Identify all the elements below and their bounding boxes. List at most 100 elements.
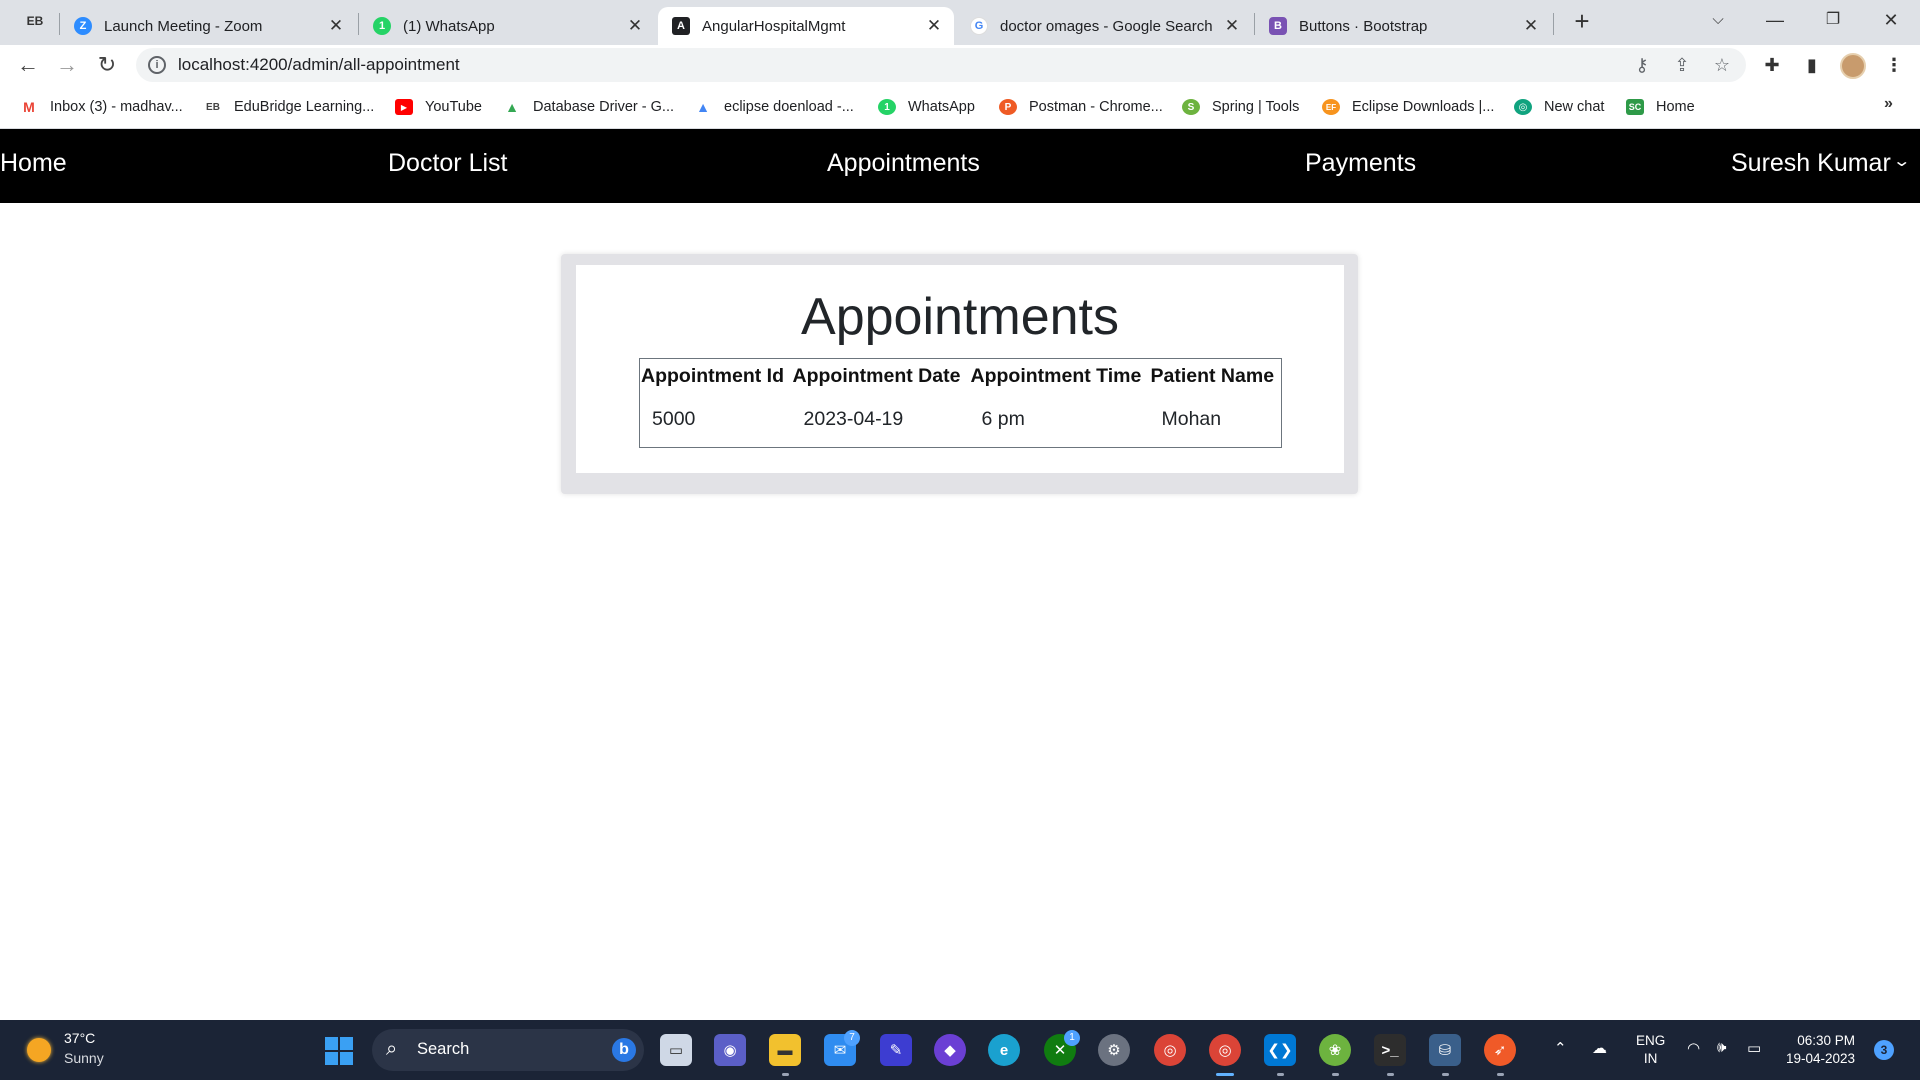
chatgpt-icon: ◎ xyxy=(1514,99,1532,115)
forward-arrow-icon[interactable]: → xyxy=(51,49,83,81)
pen-app-icon[interactable]: ✎ xyxy=(880,1034,912,1066)
copilot-icon[interactable]: ◆ xyxy=(934,1034,966,1066)
tab-search-chevron-icon[interactable]: ⌵ xyxy=(1695,4,1741,36)
column-header: Appointment Date xyxy=(792,365,961,388)
profile-avatar[interactable] xyxy=(1840,53,1866,79)
windows-start-icon[interactable] xyxy=(325,1037,353,1065)
chrome-profile-icon[interactable]: ◎ xyxy=(1209,1034,1241,1066)
column-header: Patient Name xyxy=(1150,365,1275,388)
bookmark-edubridge[interactable]: EB EduBridge Learning... xyxy=(204,96,374,118)
bookmark-eclipse-download[interactable]: ▲ eclipse doenload -... xyxy=(694,96,854,118)
spring-tools-icon[interactable]: ❀ xyxy=(1319,1034,1351,1066)
tab-bootstrap[interactable]: B Buttons · Bootstrap ✕ xyxy=(1255,7,1551,45)
new-tab-button[interactable]: + xyxy=(1568,8,1596,36)
bookmark-spring-tools[interactable]: S Spring | Tools xyxy=(1182,96,1299,118)
profile-badge[interactable]: EB xyxy=(20,8,50,34)
bookmark-label: EduBridge Learning... xyxy=(234,99,375,115)
extensions-puzzle-icon[interactable]: ✚ xyxy=(1760,53,1784,77)
bookmark-label: Database Driver - G... xyxy=(533,99,675,115)
search-icon: ⌕ xyxy=(386,1038,398,1060)
edge-icon[interactable]: e xyxy=(988,1034,1020,1066)
minimize-icon[interactable]: — xyxy=(1752,4,1798,36)
bookmark-gmail[interactable]: M Inbox (3) - madhav... xyxy=(20,96,183,118)
tab-angular-hospital[interactable]: A AngularHospitalMgmt ✕ xyxy=(658,7,954,45)
close-tab-icon[interactable]: ✕ xyxy=(924,16,944,36)
chrome-icon[interactable]: ◎ xyxy=(1154,1034,1186,1066)
back-arrow-icon[interactable]: ← xyxy=(12,49,44,81)
nav-home-link[interactable]: Home xyxy=(0,149,67,178)
xbox-badge: 1 xyxy=(1064,1030,1080,1046)
notification-badge[interactable]: 3 xyxy=(1874,1040,1894,1060)
tab-label: (1) WhatsApp xyxy=(403,17,495,35)
reload-icon[interactable]: ↻ xyxy=(91,49,123,81)
battery-icon[interactable]: ▭ xyxy=(1747,1039,1761,1057)
bookmarks-overflow-button[interactable]: » xyxy=(1884,95,1893,113)
bookmark-youtube[interactable]: ▶ YouTube xyxy=(395,96,482,118)
user-menu-toggle[interactable]: Suresh Kumar xyxy=(1731,149,1891,178)
close-window-icon[interactable]: ✕ xyxy=(1868,4,1914,36)
chevron-up-icon[interactable]: ⌃ xyxy=(1554,1039,1567,1057)
appointments-card: Appointments Appointment Id Appointment … xyxy=(576,265,1344,473)
menu-kebab-icon[interactable]: ⋮ xyxy=(1882,53,1906,77)
site-info-icon[interactable]: i xyxy=(148,56,166,74)
tab-zoom[interactable]: Z Launch Meeting - Zoom ✕ xyxy=(60,7,356,45)
weather-condition[interactable]: Sunny xyxy=(64,1050,104,1066)
restore-icon[interactable]: ❐ xyxy=(1810,4,1856,36)
volume-icon[interactable]: 🕪 xyxy=(1717,1039,1726,1056)
tab-google-search[interactable]: G doctor omages - Google Search ✕ xyxy=(956,7,1252,45)
app-running-indicator xyxy=(1497,1073,1504,1076)
edubridge-icon: EB xyxy=(204,99,222,115)
share-icon[interactable]: ⇪ xyxy=(1670,53,1694,77)
bookmark-database-driver[interactable]: ▲ Database Driver - G... xyxy=(503,96,674,118)
url-text[interactable]: localhost:4200/admin/all-appointment xyxy=(178,55,460,75)
terminal-icon[interactable]: >_ xyxy=(1374,1034,1406,1066)
onedrive-icon[interactable]: ☁ xyxy=(1592,1039,1607,1057)
region-code: IN xyxy=(1643,1051,1658,1066)
tab-whatsapp[interactable]: 1 (1) WhatsApp ✕ xyxy=(359,7,655,45)
mysql-workbench-icon[interactable]: ⛁ xyxy=(1429,1034,1461,1066)
table-cell: Mohan xyxy=(1161,408,1222,431)
bookmark-eclipse-downloads[interactable]: EF Eclipse Downloads |... xyxy=(1322,96,1494,118)
key-icon[interactable]: ⚷ xyxy=(1630,53,1654,77)
weather-sun-icon[interactable] xyxy=(27,1038,51,1062)
app-running-indicator xyxy=(782,1073,789,1076)
system-clock[interactable]: 06:30 PM 19-04-2023 xyxy=(1786,1032,1855,1068)
tab-label: Buttons · Bootstrap xyxy=(1299,17,1428,35)
nav-doctor-list-link[interactable]: Doctor List xyxy=(388,149,507,178)
nav-appointments-link[interactable]: Appointments xyxy=(827,149,980,178)
youtube-icon: ▶ xyxy=(395,99,413,115)
close-tab-icon[interactable]: ✕ xyxy=(326,16,346,36)
bookmark-label: Eclipse Downloads |... xyxy=(1352,99,1495,115)
chevron-down-icon[interactable]: ⌄ xyxy=(1892,151,1911,171)
close-tab-icon[interactable]: ✕ xyxy=(1222,16,1242,36)
weather-temperature[interactable]: 37°C xyxy=(64,1030,95,1046)
task-view-icon[interactable]: ▭ xyxy=(660,1034,692,1066)
bookmark-new-chat[interactable]: ◎ New chat xyxy=(1514,96,1604,118)
bookmark-postman[interactable]: P Postman - Chrome... xyxy=(999,96,1163,118)
app-active-indicator xyxy=(1216,1073,1234,1076)
table-header-row: Appointment Id Appointment Date Appointm… xyxy=(640,359,1282,393)
bing-icon[interactable]: b xyxy=(612,1038,636,1062)
wifi-icon[interactable]: ◠ xyxy=(1687,1039,1700,1057)
vscode-icon[interactable]: ❮❯ xyxy=(1264,1034,1296,1066)
angular-icon: A xyxy=(672,17,690,35)
language-indicator[interactable]: ENG IN xyxy=(1636,1032,1665,1068)
side-panel-icon[interactable]: ▮ xyxy=(1800,53,1824,77)
address-bar[interactable]: i localhost:4200/admin/all-appointment ⚷… xyxy=(136,48,1746,82)
settings-gear-icon[interactable]: ⚙ xyxy=(1098,1034,1130,1066)
teams-chat-icon[interactable]: ◉ xyxy=(714,1034,746,1066)
nav-payments-link[interactable]: Payments xyxy=(1305,149,1416,178)
bookmark-label: Home xyxy=(1656,99,1695,115)
bookmark-label: Inbox (3) - madhav... xyxy=(50,99,183,115)
postman-taskbar-icon[interactable]: ➶ xyxy=(1484,1034,1516,1066)
bookmark-star-icon[interactable]: ☆ xyxy=(1710,53,1734,77)
close-tab-icon[interactable]: ✕ xyxy=(1521,16,1541,36)
taskbar-search-box[interactable]: ⌕ Search b xyxy=(372,1029,644,1071)
app-navbar: Home Doctor List Appointments Payments S… xyxy=(0,129,1920,203)
bookmark-home[interactable]: SC Home xyxy=(1626,96,1695,118)
bookmark-label: YouTube xyxy=(425,99,482,115)
browser-toolbar: ← → ↻ i localhost:4200/admin/all-appoint… xyxy=(0,45,1920,85)
file-explorer-icon[interactable]: ▬ xyxy=(769,1034,801,1066)
bookmark-whatsapp[interactable]: 1 WhatsApp xyxy=(878,96,975,118)
close-tab-icon[interactable]: ✕ xyxy=(625,16,645,36)
